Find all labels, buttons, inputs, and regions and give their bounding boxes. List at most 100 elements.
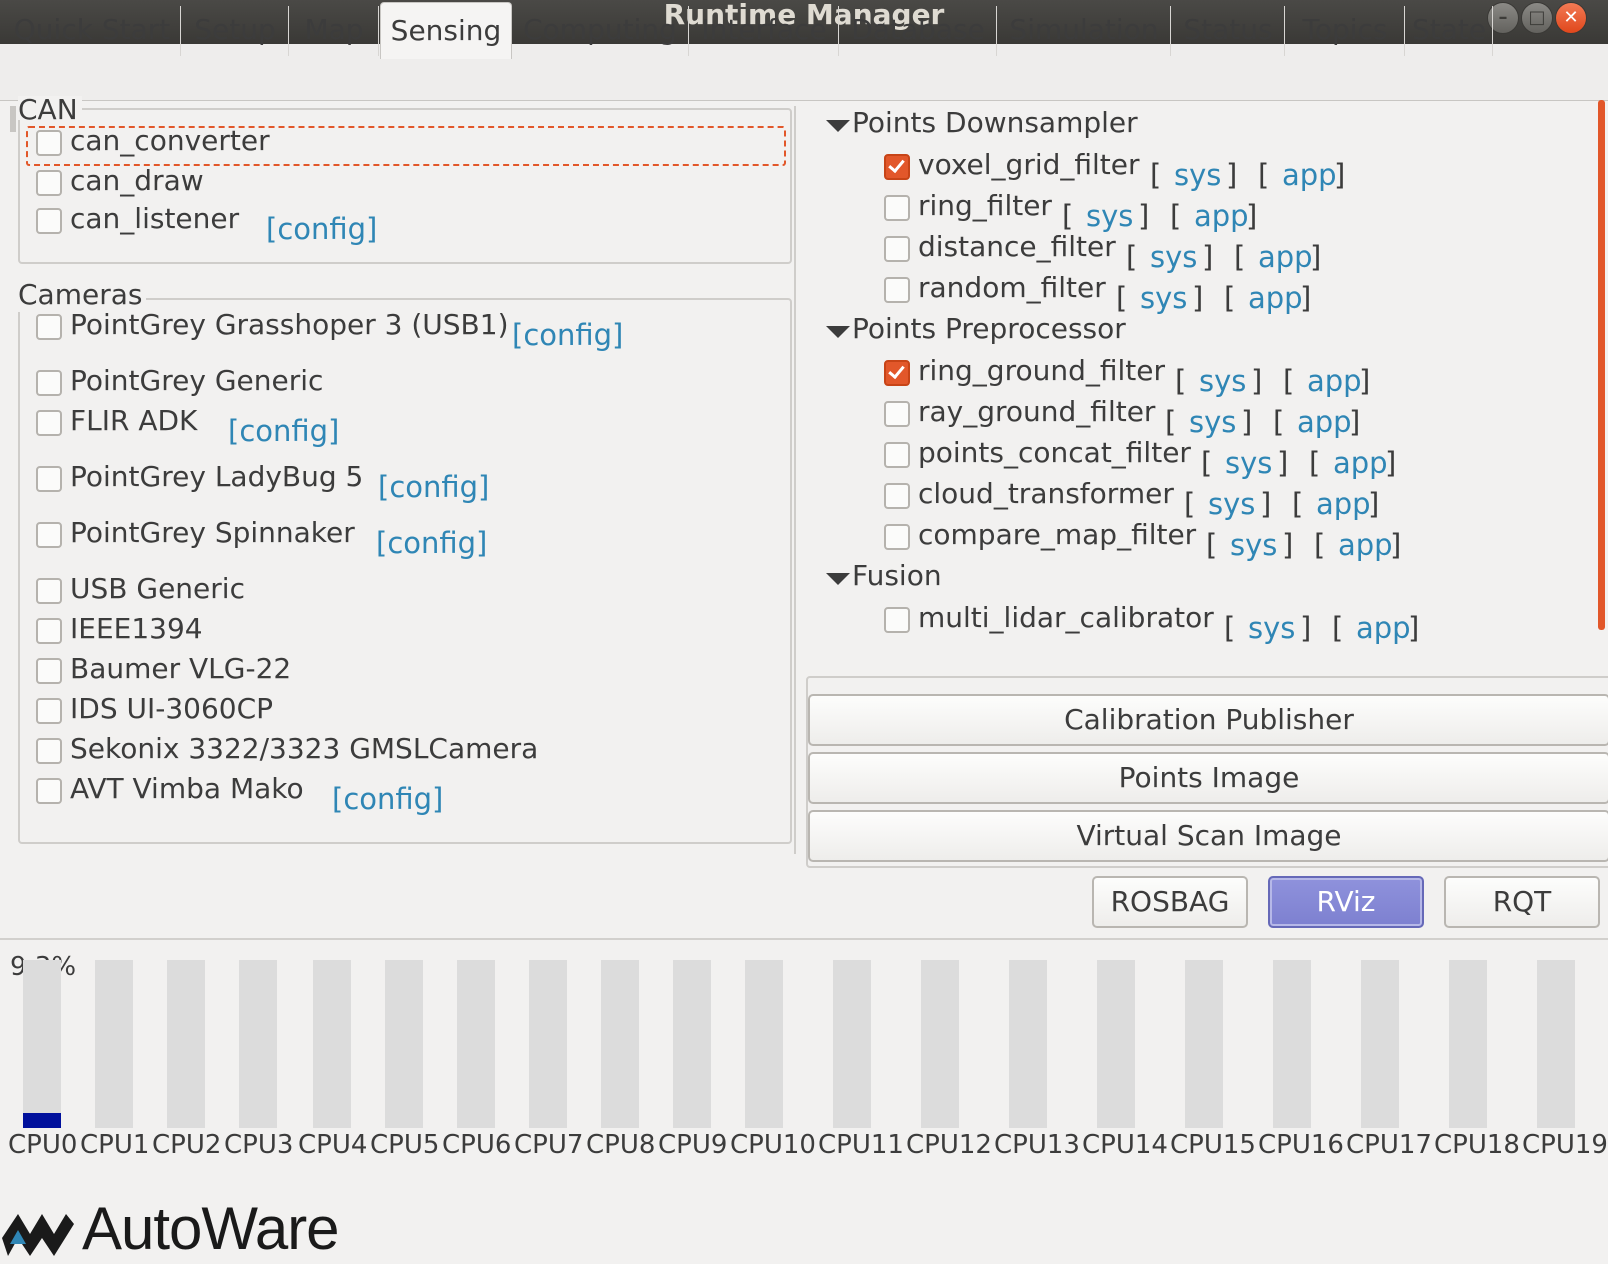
- app-link[interactable]: app: [1307, 364, 1362, 398]
- camera-checkbox[interactable]: [36, 370, 62, 396]
- cpu-bar: [457, 960, 495, 1128]
- camera-checkbox[interactable]: [36, 658, 62, 684]
- rosbag-button[interactable]: ROSBAG: [1092, 876, 1248, 928]
- app-link[interactable]: app: [1194, 199, 1249, 233]
- config-link[interactable]: [config]: [228, 414, 339, 448]
- sys-link[interactable]: sys: [1086, 199, 1133, 233]
- camera-checkbox[interactable]: [36, 618, 62, 644]
- camera-checkbox[interactable]: [36, 698, 62, 724]
- node-checkbox[interactable]: [884, 607, 910, 633]
- expand-triangle-icon[interactable]: [826, 120, 850, 132]
- sys-link[interactable]: sys: [1199, 364, 1246, 398]
- maximize-button[interactable]: □: [1521, 2, 1553, 34]
- bracket: [: [1283, 364, 1295, 398]
- calibration-publisher-button[interactable]: Calibration Publisher: [808, 694, 1608, 746]
- bracket: ]: [1241, 405, 1253, 439]
- sys-link[interactable]: sys: [1150, 240, 1197, 274]
- app-link[interactable]: app: [1297, 405, 1352, 439]
- sys-link[interactable]: sys: [1174, 158, 1221, 192]
- cpu-bar: [745, 960, 783, 1128]
- tab-simulation[interactable]: Simulation: [998, 6, 1171, 56]
- rviz-button[interactable]: RViz: [1268, 876, 1424, 928]
- tab-quick-start[interactable]: Quick Start: [4, 6, 181, 56]
- camera-checkbox[interactable]: [36, 466, 62, 492]
- app-link[interactable]: app: [1333, 446, 1388, 480]
- node-checkbox[interactable]: [884, 277, 910, 303]
- sys-link[interactable]: sys: [1140, 281, 1187, 315]
- tab-interface[interactable]: Interface: [690, 6, 839, 56]
- can-item-label: can_converter: [70, 124, 270, 157]
- cpu-label: CPU14: [1082, 1130, 1168, 1160]
- config-link[interactable]: [config]: [512, 318, 623, 352]
- virtual-scan-image-button[interactable]: Virtual Scan Image: [808, 810, 1608, 862]
- tab-status[interactable]: Status: [1172, 6, 1285, 56]
- cpu-label: CPU4: [298, 1130, 368, 1160]
- expand-triangle-icon[interactable]: [826, 573, 850, 585]
- can-checkbox-can_draw[interactable]: [36, 170, 62, 196]
- app-link[interactable]: app: [1282, 158, 1337, 192]
- camera-checkbox[interactable]: [36, 314, 62, 340]
- node-checkbox[interactable]: [884, 483, 910, 509]
- node-checkbox[interactable]: [884, 442, 910, 468]
- camera-item-label: PointGrey Grasshoper 3 (USB1): [70, 308, 509, 341]
- sys-link[interactable]: sys: [1230, 528, 1277, 562]
- node-checkbox[interactable]: [884, 236, 910, 262]
- can-checkbox-can_converter[interactable]: [36, 130, 62, 156]
- app-link[interactable]: app: [1248, 281, 1303, 315]
- cpu-label: CPU15: [1170, 1130, 1256, 1160]
- camera-item-label: IEEE1394: [70, 612, 203, 645]
- tab-database[interactable]: Database: [840, 6, 997, 56]
- sys-link[interactable]: sys: [1225, 446, 1272, 480]
- camera-checkbox[interactable]: [36, 778, 62, 804]
- cpu-bar: [1361, 960, 1399, 1128]
- cpu-bar: [833, 960, 871, 1128]
- camera-item-label: PointGrey Spinnaker: [70, 516, 355, 549]
- tab-map[interactable]: Map: [290, 6, 379, 56]
- node-checkbox[interactable]: [884, 524, 910, 550]
- app-link[interactable]: app: [1338, 528, 1393, 562]
- cpu-label: CPU9: [658, 1130, 728, 1160]
- app-link[interactable]: app: [1356, 611, 1411, 645]
- cpu-bar: [239, 960, 277, 1128]
- node-checkbox[interactable]: [884, 154, 910, 180]
- status-divider: [0, 938, 1608, 940]
- section-title: Fusion: [852, 559, 942, 592]
- expand-triangle-icon[interactable]: [826, 326, 850, 338]
- panel-divider: [794, 106, 796, 854]
- cameras-group-title: Cameras: [18, 278, 147, 312]
- camera-checkbox[interactable]: [36, 522, 62, 548]
- sys-link[interactable]: sys: [1248, 611, 1295, 645]
- sys-link[interactable]: sys: [1208, 487, 1255, 521]
- tab-setup[interactable]: Setup: [182, 6, 289, 56]
- node-checkbox[interactable]: [884, 195, 910, 221]
- app-link[interactable]: app: [1316, 487, 1371, 521]
- tab-sensing[interactable]: Sensing: [380, 2, 512, 59]
- can-checkbox-can_listener[interactable]: [36, 208, 62, 234]
- cpu-label: CPU0: [8, 1130, 78, 1160]
- tab-state[interactable]: State: [1406, 6, 1493, 56]
- camera-checkbox[interactable]: [36, 578, 62, 604]
- config-link[interactable]: [config]: [332, 782, 443, 816]
- cpu-label: CPU3: [224, 1130, 294, 1160]
- node-checkbox[interactable]: [884, 360, 910, 386]
- node-checkbox[interactable]: [884, 401, 910, 427]
- bracket: ]: [1349, 405, 1361, 439]
- cpu-label: CPU8: [586, 1130, 656, 1160]
- sys-link[interactable]: sys: [1189, 405, 1236, 439]
- right-scrollbar[interactable]: [1598, 100, 1605, 630]
- rqt-button[interactable]: RQT: [1444, 876, 1600, 928]
- points-image-button[interactable]: Points Image: [808, 752, 1608, 804]
- config-link[interactable]: [config]: [266, 212, 377, 246]
- close-icon: ✕: [1563, 7, 1579, 28]
- camera-item-label: Baumer VLG-22: [70, 652, 292, 685]
- camera-checkbox[interactable]: [36, 738, 62, 764]
- tab-computing[interactable]: Computing: [512, 6, 689, 56]
- left-scrollbar[interactable]: [10, 106, 16, 132]
- node-label: random_filter: [918, 271, 1106, 304]
- close-button[interactable]: ✕: [1555, 2, 1587, 34]
- camera-checkbox[interactable]: [36, 410, 62, 436]
- config-link[interactable]: [config]: [378, 470, 489, 504]
- app-link[interactable]: app: [1258, 240, 1313, 274]
- tab-topics[interactable]: Topics: [1286, 6, 1405, 56]
- config-link[interactable]: [config]: [376, 526, 487, 560]
